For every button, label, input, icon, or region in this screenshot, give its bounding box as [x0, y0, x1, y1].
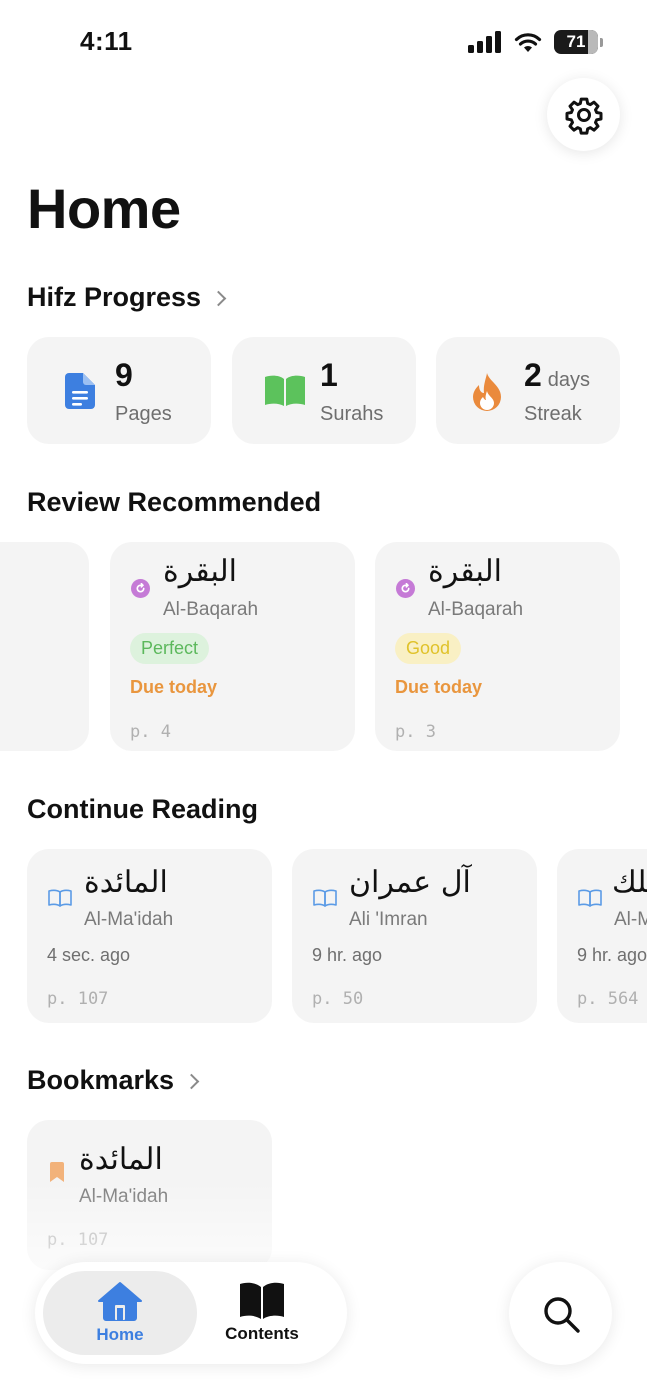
cellular-signal-icon [468, 31, 501, 53]
battery-empty-portion [588, 30, 598, 54]
page-number: p. 4 [130, 722, 171, 742]
surah-arabic-name: البقرة [428, 554, 502, 589]
battery-tip [600, 37, 603, 47]
book-icon [240, 1282, 284, 1319]
page-number: p. 3 [395, 722, 436, 742]
stat-label: Streak [524, 403, 582, 425]
status-icons: 71 [468, 30, 603, 54]
open-book-icon [265, 375, 305, 406]
last-read-time: 4 sec. ago [47, 945, 131, 965]
wifi-icon [514, 33, 542, 52]
stat-card-pages[interactable]: 9 Pages [27, 337, 211, 444]
hifz-progress-title: Hifz Progress [27, 282, 202, 312]
surah-arabic-name: المائدة [79, 1142, 163, 1177]
reading-card-partial[interactable]: الملك Al-M 9 hr. ago p. 564 [557, 849, 647, 1023]
open-book-outline-icon [313, 889, 337, 907]
tab-contents[interactable]: Contents [189, 1271, 335, 1355]
stat-label: Surahs [320, 403, 384, 425]
review-recommended-header: Review Recommended [27, 487, 321, 518]
surah-name: Al-Ma'idah [79, 1186, 169, 1207]
bookmarks-title: Bookmarks [27, 1065, 175, 1095]
surah-name: Al-M [614, 909, 647, 930]
surah-name: Al-Baqarah [428, 599, 524, 620]
battery-percent: 71 [566, 32, 586, 51]
tab-home-label: Home [96, 1325, 144, 1344]
chevron-right-icon [210, 290, 227, 307]
document-icon [65, 373, 95, 409]
battery-indicator: 71 [554, 30, 598, 54]
status-badge: Perfect [130, 633, 210, 664]
bookmark-icon [50, 1162, 64, 1182]
page-title: Home [27, 177, 181, 240]
open-book-outline-icon [578, 889, 602, 907]
review-icon [131, 579, 150, 598]
status-time: 4:11 [80, 26, 133, 56]
search-icon [543, 1296, 580, 1333]
surah-name: Al-Baqarah [163, 599, 259, 620]
last-read-time: 9 hr. ago [312, 945, 383, 965]
continue-reading-header: Continue Reading [27, 794, 258, 825]
continue-reading-title: Continue Reading [27, 794, 258, 824]
tab-bar: Home Contents [35, 1262, 347, 1364]
stat-value: 2 days [524, 357, 591, 393]
review-card[interactable]: البقرة Al-Baqarah Good Due today p. 3 [375, 542, 620, 751]
stat-card-streak[interactable]: 2 days Streak [436, 337, 620, 444]
reading-card[interactable]: المائدة Al-Ma'idah 4 sec. ago p. 107 [27, 849, 272, 1023]
house-icon [98, 1282, 142, 1321]
review-card-partial[interactable] [0, 542, 89, 751]
due-label: Due today [130, 677, 218, 697]
review-icon [396, 579, 415, 598]
bookmarks-header[interactable]: Bookmarks [27, 1065, 200, 1096]
surah-name: Ali 'Imran [349, 909, 428, 930]
last-read-time: 9 hr. ago [577, 945, 647, 965]
open-book-outline-icon [48, 889, 72, 907]
page-number: p. 564 [577, 989, 639, 1009]
settings-button[interactable] [547, 78, 620, 151]
chevron-right-icon [183, 1073, 200, 1090]
gear-icon [565, 97, 602, 135]
status-badge: Good [395, 633, 462, 664]
hifz-progress-header[interactable]: Hifz Progress [27, 282, 227, 313]
stat-value: 9 [115, 357, 133, 393]
stat-value: 1 [320, 357, 338, 393]
stat-unit: days [547, 369, 591, 391]
page-number: p. 50 [312, 989, 364, 1009]
tab-home[interactable]: Home [43, 1271, 197, 1355]
surah-arabic-name: آل عمران [349, 865, 471, 900]
stat-label: Pages [115, 403, 172, 425]
surah-arabic-name: الملك [612, 865, 647, 900]
page-number: p. 107 [47, 1230, 109, 1250]
flame-icon [473, 373, 501, 411]
review-card[interactable]: البقرة Al-Baqarah Perfect Due today p. 4 [110, 542, 355, 751]
surah-arabic-name: البقرة [163, 554, 237, 589]
bookmark-card[interactable]: المائدة Al-Ma'idah p. 107 [27, 1120, 272, 1270]
page-number: p. 107 [47, 989, 109, 1009]
search-button[interactable] [509, 1262, 612, 1365]
tab-contents-label: Contents [225, 1324, 299, 1343]
stat-card-surahs[interactable]: 1 Surahs [232, 337, 416, 444]
reading-card[interactable]: آل عمران Ali 'Imran 9 hr. ago p. 50 [292, 849, 537, 1023]
status-bar: 4:11 71 [0, 0, 647, 84]
surah-arabic-name: المائدة [84, 865, 168, 900]
review-recommended-title: Review Recommended [27, 487, 322, 517]
surah-name: Al-Ma'idah [84, 909, 174, 930]
due-label: Due today [395, 677, 483, 697]
